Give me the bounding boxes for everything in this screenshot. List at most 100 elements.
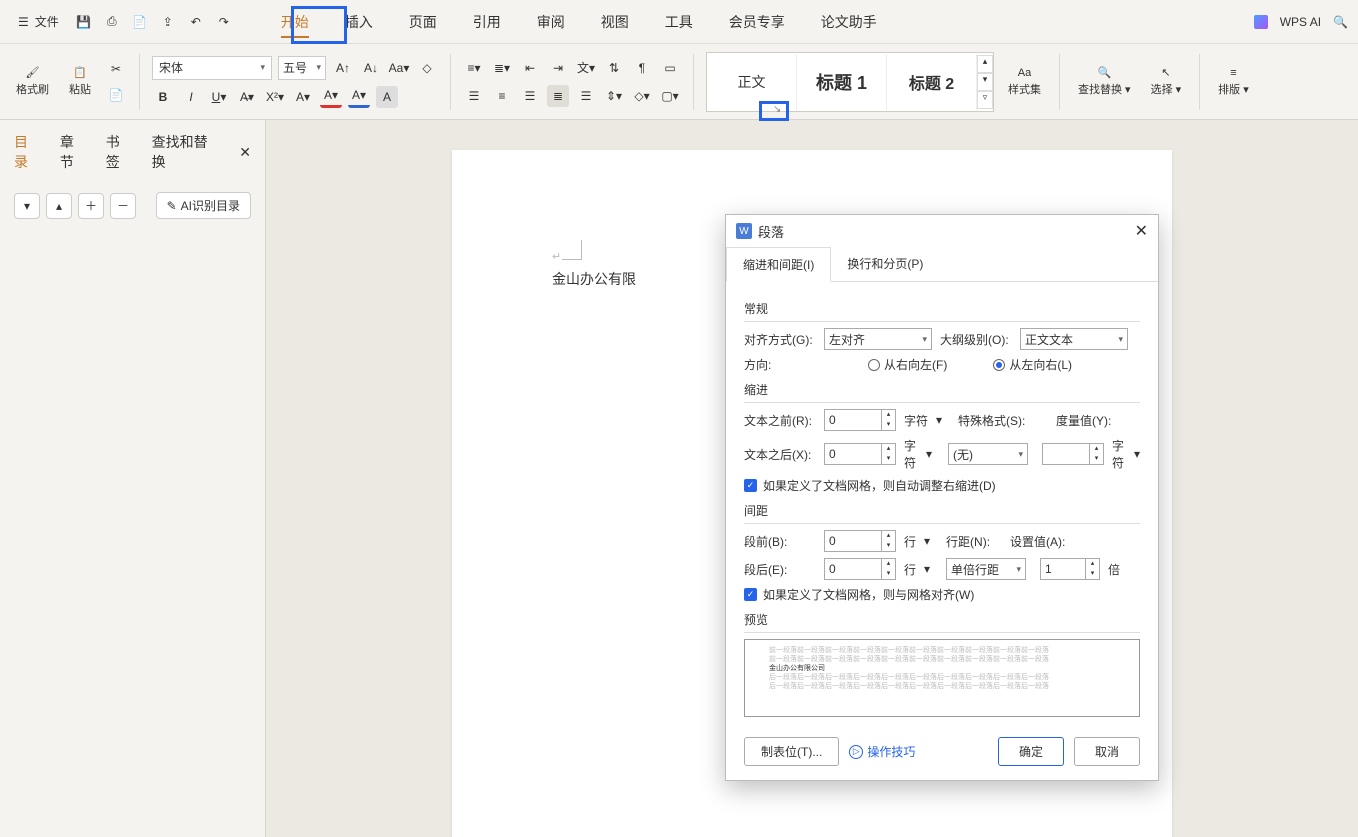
- set-value-spinner[interactable]: 1▴▾: [1040, 558, 1100, 580]
- increase-indent-icon[interactable]: ⇥: [547, 57, 569, 79]
- dialog-close-icon[interactable]: ✕: [1135, 221, 1148, 241]
- tab-review[interactable]: 审阅: [519, 2, 583, 42]
- copy-icon[interactable]: 📄: [105, 84, 127, 106]
- font-color-icon[interactable]: A▾: [348, 86, 370, 108]
- measure-spinner[interactable]: ▴▾: [1042, 443, 1104, 465]
- search-icon[interactable]: 🔍: [1333, 15, 1348, 29]
- toc-remove-icon[interactable]: －: [110, 193, 136, 219]
- undo-icon[interactable]: ↶: [187, 13, 205, 31]
- decrease-indent-icon[interactable]: ⇤: [519, 57, 541, 79]
- sidebar-tab-bookmark[interactable]: 书签: [106, 132, 134, 172]
- ai-toc-icon: ✎: [167, 199, 177, 213]
- before-para-spinner[interactable]: 0▴▾: [824, 530, 896, 552]
- paragraph-launcher-icon[interactable]: ↘: [773, 104, 781, 115]
- page-break-icon[interactable]: ▭: [659, 57, 681, 79]
- bullets-icon[interactable]: ≡▾: [463, 57, 485, 79]
- toc-collapse-icon[interactable]: ▴: [46, 193, 72, 219]
- line-spacing-icon[interactable]: ⇕▾: [603, 85, 625, 107]
- style-heading2[interactable]: 标题 2: [887, 54, 977, 110]
- paste-button[interactable]: 📋 粘贴: [63, 62, 97, 101]
- share-icon[interactable]: ⇪: [159, 13, 177, 31]
- layout-button[interactable]: ≡ 排版 ▾: [1212, 63, 1255, 101]
- tips-link[interactable]: ▷操作技巧: [849, 743, 915, 760]
- auto-indent-checkbox[interactable]: ✓如果定义了文档网格，则自动调整右缩进(D): [744, 477, 996, 494]
- tab-tools[interactable]: 工具: [647, 2, 711, 42]
- after-text-spinner[interactable]: 0▴▾: [824, 443, 896, 465]
- sidebar-close-icon[interactable]: ✕: [239, 144, 251, 161]
- bold-icon[interactable]: B: [152, 86, 174, 108]
- styles-set-button[interactable]: Aa 样式集: [1002, 63, 1047, 101]
- sidebar-tab-toc[interactable]: 目录: [14, 132, 42, 172]
- text-direction-icon[interactable]: 文▾: [575, 57, 597, 79]
- snap-grid-checkbox[interactable]: ✓如果定义了文档网格，则与网格对齐(W): [744, 586, 974, 603]
- border-icon[interactable]: ▢▾: [659, 85, 681, 107]
- highlight-icon[interactable]: A▾: [320, 86, 342, 108]
- tab-reference[interactable]: 引用: [455, 2, 519, 42]
- align-distribute-icon[interactable]: ☰: [575, 85, 597, 107]
- align-right-icon[interactable]: ☰: [519, 85, 541, 107]
- tab-page[interactable]: 页面: [391, 2, 455, 42]
- align-left-icon[interactable]: ☰: [463, 85, 485, 107]
- dialog-tab-indent[interactable]: 缩进和间距(I): [726, 247, 831, 282]
- italic-icon[interactable]: I: [180, 86, 202, 108]
- toc-add-icon[interactable]: ＋: [78, 193, 104, 219]
- print-icon[interactable]: ⎙: [103, 13, 121, 31]
- sidebar-tab-find[interactable]: 查找和替换: [152, 132, 222, 172]
- find-replace-button[interactable]: 🔍 查找替换 ▾: [1072, 62, 1137, 101]
- change-case-icon[interactable]: Aa▾: [388, 57, 410, 79]
- tab-insert[interactable]: 插入: [327, 2, 391, 42]
- file-menu[interactable]: ☰ 文件: [10, 9, 67, 34]
- format-painter-button[interactable]: 🖌 格式刷: [10, 62, 55, 101]
- increase-font-icon[interactable]: A↑: [332, 57, 354, 79]
- outline-combo[interactable]: 正文文本▾: [1020, 328, 1128, 350]
- line-unit2: 行: [904, 561, 916, 578]
- styles-up-icon[interactable]: ▴: [977, 55, 993, 73]
- sort-icon[interactable]: ⇅: [603, 57, 625, 79]
- redo-icon[interactable]: ↷: [215, 13, 233, 31]
- before-text-spinner[interactable]: 0▴▾: [824, 409, 896, 431]
- tab-thesis[interactable]: 论文助手: [803, 2, 895, 42]
- numbering-icon[interactable]: ≣▾: [491, 57, 513, 79]
- preview-icon[interactable]: 📄: [131, 13, 149, 31]
- cancel-button[interactable]: 取消: [1074, 737, 1140, 766]
- char-unit3: 字符: [1112, 437, 1126, 471]
- clear-format-icon[interactable]: ◇: [416, 57, 438, 79]
- after-para-spinner[interactable]: 0▴▾: [824, 558, 896, 580]
- dialog-tab-pagination[interactable]: 换行和分页(P): [831, 247, 939, 281]
- styles-gallery[interactable]: 正文 标题 1 标题 2 ▴ ▾ ▿: [706, 52, 994, 112]
- ai-label[interactable]: WPS AI: [1280, 15, 1321, 29]
- save-icon[interactable]: 💾: [75, 13, 93, 31]
- sidebar-tab-chapter[interactable]: 章节: [60, 132, 88, 172]
- ok-button[interactable]: 确定: [998, 737, 1064, 766]
- alignment-combo[interactable]: 左对齐▾: [824, 328, 932, 350]
- rtl-radio[interactable]: 从右向左(F): [868, 356, 947, 373]
- toc-expand-icon[interactable]: ▾: [14, 193, 40, 219]
- ltr-radio[interactable]: 从左向右(L): [993, 356, 1072, 373]
- align-justify-icon[interactable]: ≣: [547, 85, 569, 107]
- strikethrough-icon[interactable]: A̶▾: [236, 86, 258, 108]
- select-button[interactable]: ↖ 选择 ▾: [1145, 62, 1188, 101]
- styles-down-icon[interactable]: ▾: [977, 73, 993, 91]
- special-format-combo[interactable]: (无)▾: [948, 443, 1028, 465]
- superscript-icon[interactable]: X²▾: [264, 86, 286, 108]
- align-center-icon[interactable]: ≡: [491, 85, 513, 107]
- text-effect-icon[interactable]: A▾: [292, 86, 314, 108]
- after-para-label: 段后(E):: [744, 561, 816, 578]
- underline-icon[interactable]: U▾: [208, 86, 230, 108]
- shading-icon[interactable]: A: [376, 86, 398, 108]
- font-size-select[interactable]: 五号▾: [278, 56, 326, 80]
- tabs-button[interactable]: 制表位(T)...: [744, 737, 839, 766]
- style-normal[interactable]: 正文: [707, 54, 797, 110]
- show-marks-icon[interactable]: ¶: [631, 57, 653, 79]
- decrease-font-icon[interactable]: A↓: [360, 57, 382, 79]
- fill-color-icon[interactable]: ◇▾: [631, 85, 653, 107]
- font-family-select[interactable]: 宋体▾: [152, 56, 272, 80]
- style-heading1[interactable]: 标题 1: [797, 54, 887, 110]
- tab-view[interactable]: 视图: [583, 2, 647, 42]
- styles-more-icon[interactable]: ▿: [977, 91, 993, 109]
- tab-start[interactable]: 开始: [263, 2, 327, 42]
- ai-toc-button[interactable]: ✎ AI识别目录: [156, 192, 251, 219]
- cut-icon[interactable]: ✂: [105, 58, 127, 80]
- line-spacing-combo[interactable]: 单倍行距▾: [946, 558, 1026, 580]
- tab-member[interactable]: 会员专享: [711, 2, 803, 42]
